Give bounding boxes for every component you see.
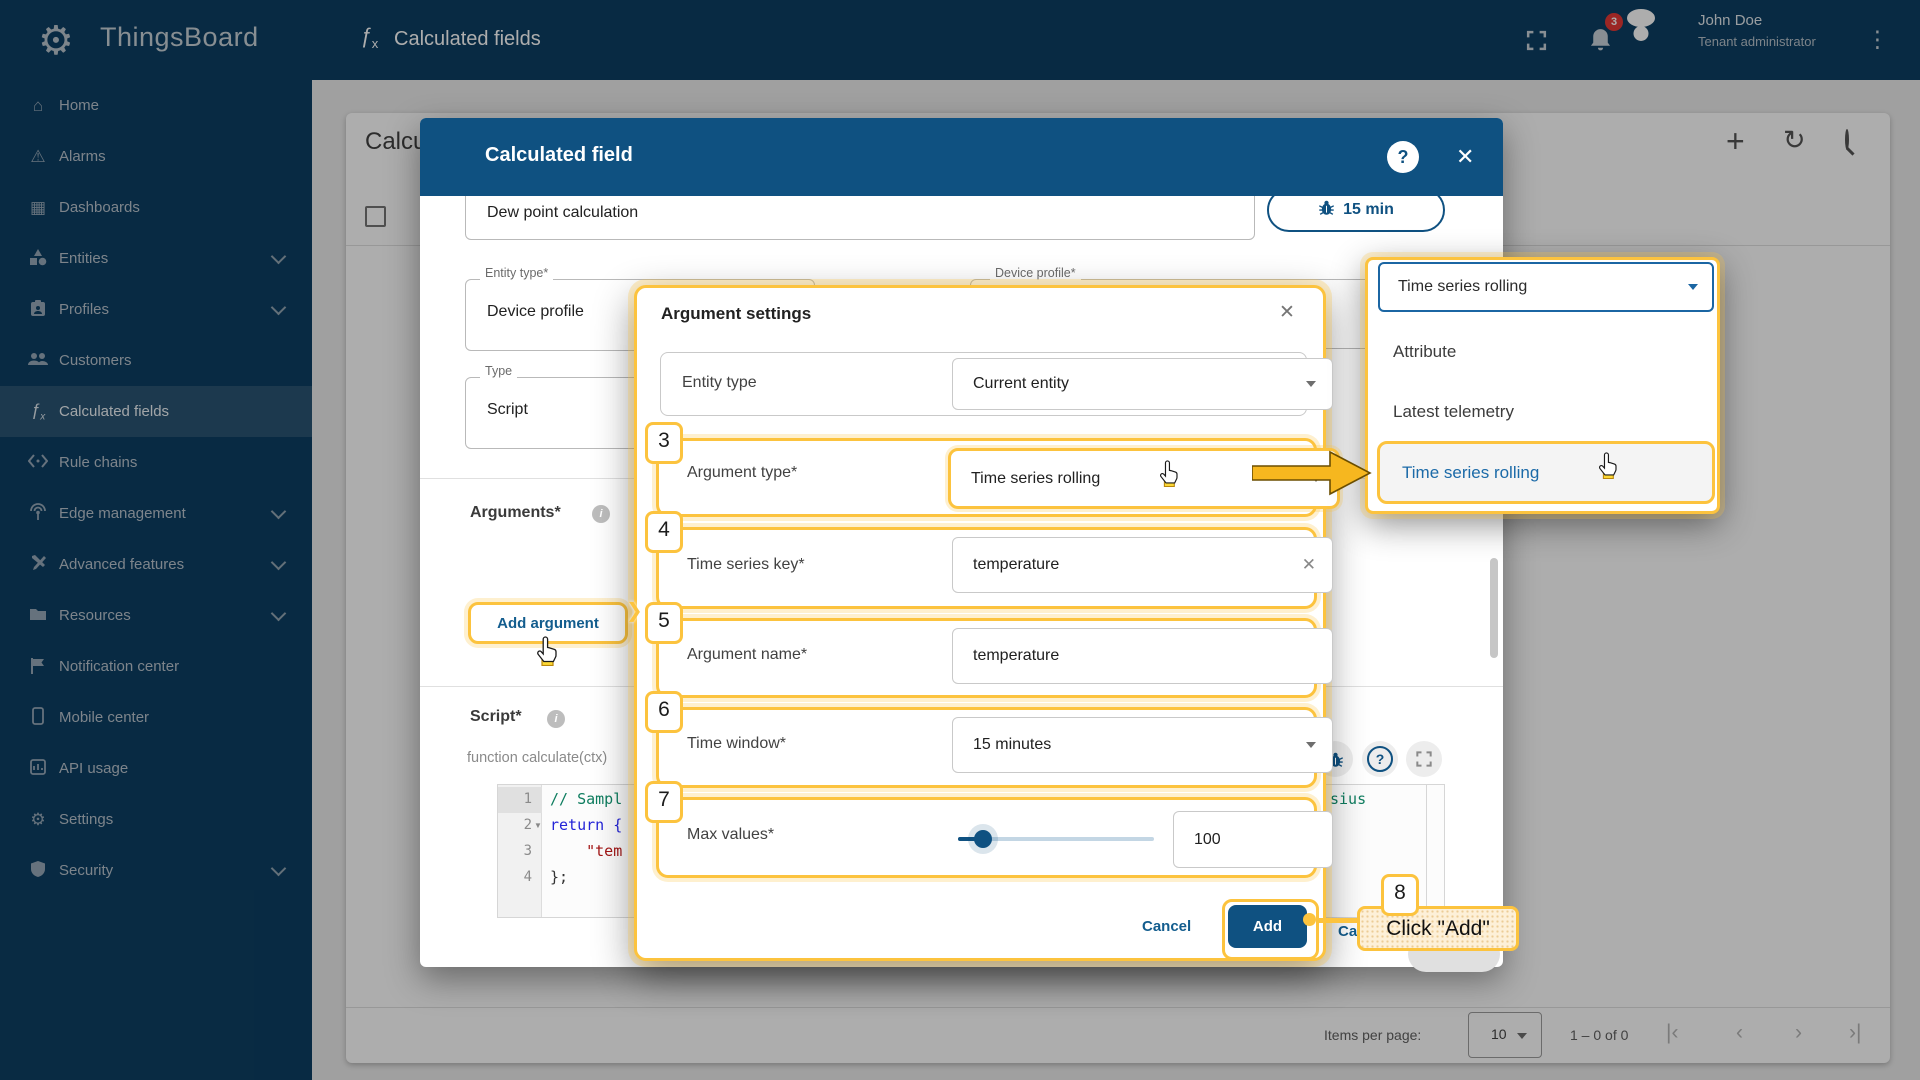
code-fragment: sius <box>1330 790 1366 808</box>
selected-value: Time series rolling <box>1398 278 1527 296</box>
time-window-select[interactable]: 15 minutes <box>952 717 1333 773</box>
chevron-down-icon <box>1306 742 1316 748</box>
script-help-icon[interactable]: ? <box>1362 741 1398 777</box>
field-value: Time series rolling <box>971 470 1100 488</box>
field-value: temperature <box>973 647 1059 665</box>
arguments-section-label: Arguments* <box>470 504 561 522</box>
option-attribute[interactable]: Attribute <box>1393 342 1456 362</box>
step-badge-5: 5 <box>645 602 683 644</box>
slider-thumb[interactable] <box>974 830 992 848</box>
row-label: Entity type <box>682 374 757 392</box>
dialog-scrollbar[interactable] <box>1490 558 1498 658</box>
chevron-down-icon <box>1306 381 1316 387</box>
entity-type-value-select[interactable]: Current entity <box>952 358 1333 410</box>
step-badge-4: 4 <box>645 511 683 553</box>
row-label: Argument type* <box>687 464 797 482</box>
dialog-header: Calculated field ? ✕ <box>420 118 1503 196</box>
info-icon: i <box>547 710 565 728</box>
step-badge-8: 8 <box>1381 874 1419 916</box>
option-time-series-rolling[interactable]: Time series rolling <box>1377 441 1715 504</box>
hand-cursor-icon <box>1157 460 1179 492</box>
field-value: Current entity <box>973 375 1069 393</box>
max-values-input[interactable]: 100 <box>1173 811 1333 868</box>
info-icon: i <box>592 505 610 523</box>
help-icon[interactable]: ? <box>1387 141 1419 173</box>
row-label: Max values* <box>687 826 774 844</box>
field-value: temperature <box>973 556 1059 574</box>
tutorial-arrow-icon <box>1252 450 1374 496</box>
args-dialog-title: Argument settings <box>661 304 811 324</box>
argument-name-input[interactable]: temperature <box>952 628 1333 684</box>
bug-icon <box>1318 199 1335 221</box>
step-badge-6: 6 <box>645 691 683 733</box>
code-line: }; <box>550 868 568 886</box>
hand-cursor-icon <box>1596 452 1618 484</box>
args-add-button[interactable]: Add <box>1228 905 1307 948</box>
argument-type-dropdown-panel: Time series rolling Attribute Latest tel… <box>1365 257 1720 514</box>
script-signature: function calculate(ctx) <box>467 750 607 766</box>
clear-icon[interactable]: ✕ <box>1302 555 1316 575</box>
close-icon[interactable]: ✕ <box>1456 144 1474 170</box>
step-badge-3: 3 <box>645 422 683 464</box>
annotation-connector-dot <box>1303 913 1316 926</box>
entity-type-label: Entity type* <box>480 266 553 280</box>
argument-type-open-select[interactable]: Time series rolling <box>1378 262 1714 312</box>
close-icon[interactable]: ✕ <box>1279 301 1295 324</box>
code-line: return { <box>550 816 622 834</box>
dialog-title: Calculated field <box>485 144 633 167</box>
argument-settings-dialog: Argument settings ✕ Entity type Current … <box>634 285 1326 961</box>
row-label: Argument name* <box>687 646 807 664</box>
hand-cursor-icon <box>534 636 558 671</box>
annotation-tail-chevron: ❯ <box>626 598 643 623</box>
args-cancel-button[interactable]: Cancel <box>1142 918 1191 935</box>
type-label: Type <box>480 364 517 378</box>
fold-caret-icon[interactable]: ▼ <box>534 821 542 830</box>
row-label: Time series key* <box>687 556 805 574</box>
line-number: 4 <box>498 869 532 885</box>
add-argument-button[interactable]: Add argument <box>497 615 599 632</box>
device-profile-label: Device profile* <box>990 266 1081 280</box>
row-label: Time window* <box>687 735 786 753</box>
editor-divider <box>1426 785 1427 917</box>
field-value: 100 <box>1194 831 1221 849</box>
code-line: "tem <box>550 842 622 860</box>
line-number: 1 <box>498 791 532 807</box>
chevron-down-icon <box>1688 284 1698 290</box>
time-series-key-input[interactable]: temperature ✕ <box>952 537 1333 593</box>
line-number: 2 <box>498 817 532 833</box>
app-root: ⚙ ThingsBoard ƒx Calculated fields 3 Joh… <box>0 0 1920 1080</box>
option-latest-telemetry[interactable]: Latest telemetry <box>1393 402 1514 422</box>
field-value: 15 minutes <box>973 736 1051 754</box>
step-badge-7: 7 <box>645 781 683 823</box>
script-section-label: Script* <box>470 708 522 726</box>
code-line: // Sampl <box>550 790 622 808</box>
click-add-annotation: Click "Add" <box>1357 906 1519 951</box>
script-fullscreen-icon[interactable] <box>1406 741 1442 777</box>
line-number: 3 <box>498 843 532 859</box>
